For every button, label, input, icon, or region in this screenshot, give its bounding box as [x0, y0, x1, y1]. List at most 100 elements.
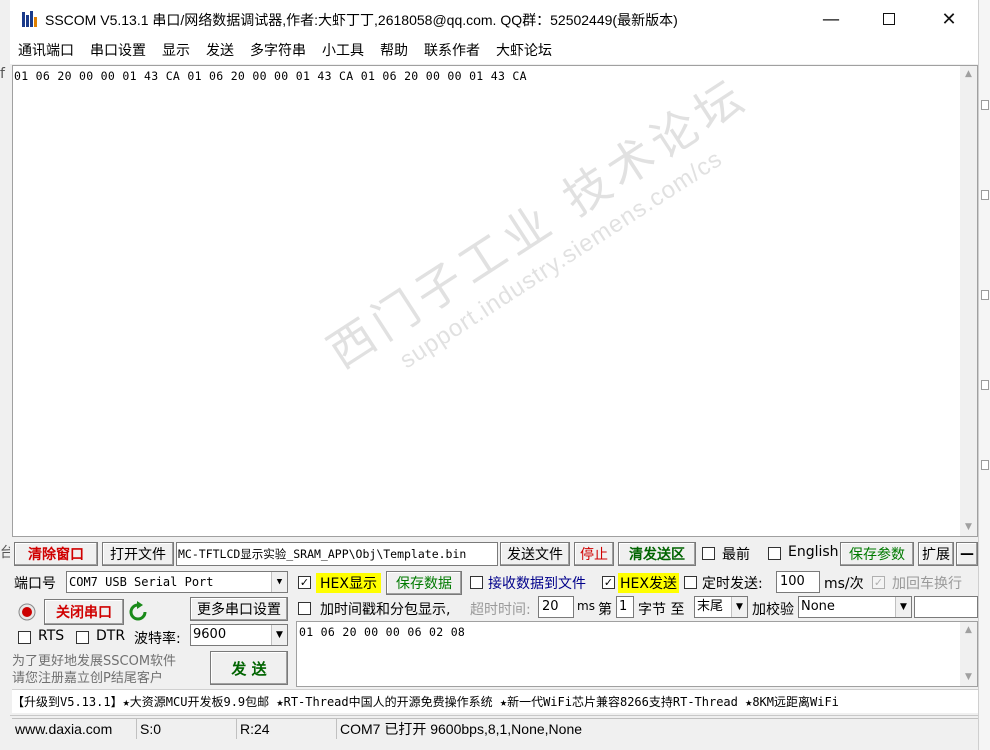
checksum-select[interactable]: None ▼ — [798, 596, 912, 618]
byte-to-label: 字节 至 — [638, 602, 685, 618]
baud-value: 9600 — [193, 627, 227, 642]
byte-to-select[interactable]: 末尾 ▼ — [694, 596, 748, 618]
baud-label: 波特率: — [134, 631, 181, 647]
timed-interval-input[interactable]: 100 — [776, 571, 820, 593]
menu-bar: 通讯端口 串口设置 显示 发送 多字符串 小工具 帮助 联系作者 大虾论坛 — [10, 38, 978, 64]
dtr-label: DTR — [96, 628, 126, 644]
news-ticker[interactable]: 【升级到V5.13.1】★大资源MCU开发板9.9包邮 ★RT-Thread中国… — [12, 689, 978, 713]
receive-textarea[interactable]: 01 06 20 00 00 01 43 CA 01 06 20 00 00 0… — [12, 65, 978, 537]
dtr-checkbox[interactable] — [76, 631, 89, 644]
topmost-label: 最前 — [722, 547, 750, 563]
close-button[interactable]: ✕ — [920, 0, 978, 38]
menu-contact-author[interactable]: 联系作者 — [416, 38, 488, 64]
close-port-button[interactable]: 关闭串口 — [44, 599, 124, 625]
timeout-label: 超时时间: — [470, 602, 531, 618]
scroll-down-icon[interactable]: ▼ — [960, 669, 977, 686]
menu-tools[interactable]: 小工具 — [314, 38, 372, 64]
send-button[interactable]: 发 送 — [210, 651, 288, 685]
save-data-button[interactable]: 保存数据 — [386, 571, 462, 595]
watermark: 西门子工业 技术论坛 support.industry.siemens.com/… — [313, 60, 774, 405]
status-port-info: COM7 已打开 9600bps,8,1,None,None — [336, 718, 978, 739]
hex-send-checkbox[interactable] — [602, 576, 615, 589]
maximize-icon — [883, 13, 895, 25]
file-path-input[interactable]: MC-TFTLCD显示实验_SRAM_APP\Obj\Template.bin — [176, 542, 498, 566]
menu-comm-port[interactable]: 通讯端口 — [10, 38, 82, 64]
menu-display[interactable]: 显示 — [154, 38, 198, 64]
receive-data-text: 01 06 20 00 00 01 43 CA 01 06 20 00 00 0… — [14, 69, 527, 83]
english-label: English — [788, 544, 839, 560]
chevron-down-icon: ▼ — [895, 597, 911, 617]
add-timestamp-checkbox[interactable] — [298, 602, 311, 615]
status-website[interactable]: www.daxia.com — [12, 718, 136, 739]
expand-button[interactable]: 扩展 — [918, 542, 954, 566]
refresh-icon[interactable] — [128, 601, 148, 623]
clear-window-button[interactable]: 清除窗口 — [14, 542, 98, 566]
port-select[interactable]: COM7 USB Serial Port ▼ — [66, 571, 288, 593]
title-bar: SSCOM V5.13.1 串口/网络数据调试器,作者:大虾丁丁,2618058… — [10, 0, 978, 38]
checksum-output[interactable] — [914, 596, 978, 618]
minimize-button[interactable]: — — [802, 0, 860, 38]
status-received-count: R:24 — [236, 718, 336, 739]
timeout-input[interactable]: 20 — [538, 596, 574, 618]
background-window-edge — [978, 0, 990, 750]
receive-scrollbar[interactable]: ▲ ▼ — [960, 66, 977, 536]
append-newline-checkbox[interactable] — [872, 576, 885, 589]
append-newline-label: 加回车换行 — [892, 576, 962, 592]
hex-send-label: HEX发送 — [618, 573, 679, 593]
rts-checkbox[interactable] — [18, 631, 31, 644]
maximize-button[interactable] — [860, 0, 918, 38]
recv-to-file-checkbox[interactable] — [470, 576, 483, 589]
background-edge-mark — [981, 380, 989, 390]
chevron-down-icon: ▼ — [271, 572, 287, 592]
open-file-button[interactable]: 打开文件 — [102, 542, 174, 566]
minimize-icon: — — [822, 8, 840, 30]
menu-send[interactable]: 发送 — [198, 38, 242, 64]
stop-button[interactable]: 停止 — [574, 542, 614, 566]
window-title: SSCOM V5.13.1 串口/网络数据调试器,作者:大虾丁丁,2618058… — [45, 12, 678, 28]
timeout-unit-label: ms — [577, 599, 595, 613]
hex-display-checkbox[interactable] — [298, 576, 311, 589]
sscom-window: SSCOM V5.13.1 串口/网络数据调试器,作者:大虾丁丁,2618058… — [10, 0, 978, 748]
scroll-up-icon[interactable]: ▲ — [960, 622, 977, 639]
port-label: 端口号 — [14, 576, 56, 592]
action-toolbar: 清除窗口 打开文件 MC-TFTLCD显示实验_SRAM_APP\Obj\Tem… — [12, 541, 978, 568]
watermark-title: 西门子工业 技术论坛 — [317, 67, 758, 379]
watermark-url: support.industry.siemens.com/cs — [395, 145, 728, 375]
port-select-value: COM7 USB Serial Port — [69, 575, 214, 589]
menu-help[interactable]: 帮助 — [372, 38, 416, 64]
recv-to-file-label: 接收数据到文件 — [488, 576, 586, 592]
chevron-down-icon: ▼ — [731, 597, 747, 617]
save-params-button[interactable]: 保存参数 — [840, 542, 914, 566]
scroll-up-icon[interactable]: ▲ — [960, 66, 977, 83]
send-file-button[interactable]: 发送文件 — [500, 542, 570, 566]
send-scrollbar[interactable]: ▲ ▼ — [960, 622, 977, 686]
background-edge-mark — [981, 290, 989, 300]
background-edge-mark — [981, 460, 989, 470]
hex-display-label: HEX显示 — [316, 573, 381, 593]
record-icon — [18, 603, 36, 621]
byte-to-value: 末尾 — [697, 599, 724, 614]
baud-select[interactable]: 9600 ▼ — [190, 624, 288, 646]
background-edge-mark — [981, 190, 989, 200]
byte-from-label: 第 — [598, 602, 612, 618]
status-sent-count: S:0 — [136, 718, 236, 739]
byte-from-input[interactable]: 1 — [616, 596, 634, 618]
timed-send-checkbox[interactable] — [684, 576, 697, 589]
topmost-checkbox[interactable] — [702, 547, 715, 560]
collapse-button[interactable]: — — [956, 542, 978, 566]
menu-forum[interactable]: 大虾论坛 — [488, 38, 560, 64]
background-edge-mark — [981, 100, 989, 110]
send-data-text: 01 06 20 00 00 06 02 08 — [299, 625, 466, 639]
more-serial-settings-button[interactable]: 更多串口设置 — [190, 597, 288, 621]
send-textarea[interactable]: 01 06 20 00 00 06 02 08 ▲ ▼ — [296, 621, 978, 687]
promo-text: 为了更好地发展SSCOM软件 请您注册嘉立创P结尾客户 — [12, 653, 176, 687]
english-checkbox[interactable] — [768, 547, 781, 560]
clear-send-button[interactable]: 清发送区 — [618, 542, 696, 566]
timed-unit-label: ms/次 — [824, 576, 864, 592]
rts-label: RTS — [38, 628, 65, 644]
app-icon — [22, 11, 37, 27]
menu-serial-settings[interactable]: 串口设置 — [82, 38, 154, 64]
menu-multi-string[interactable]: 多字符串 — [242, 38, 314, 64]
scroll-down-icon[interactable]: ▼ — [960, 519, 977, 536]
status-bar: www.daxia.com S:0 R:24 COM7 已打开 9600bps,… — [10, 715, 978, 740]
